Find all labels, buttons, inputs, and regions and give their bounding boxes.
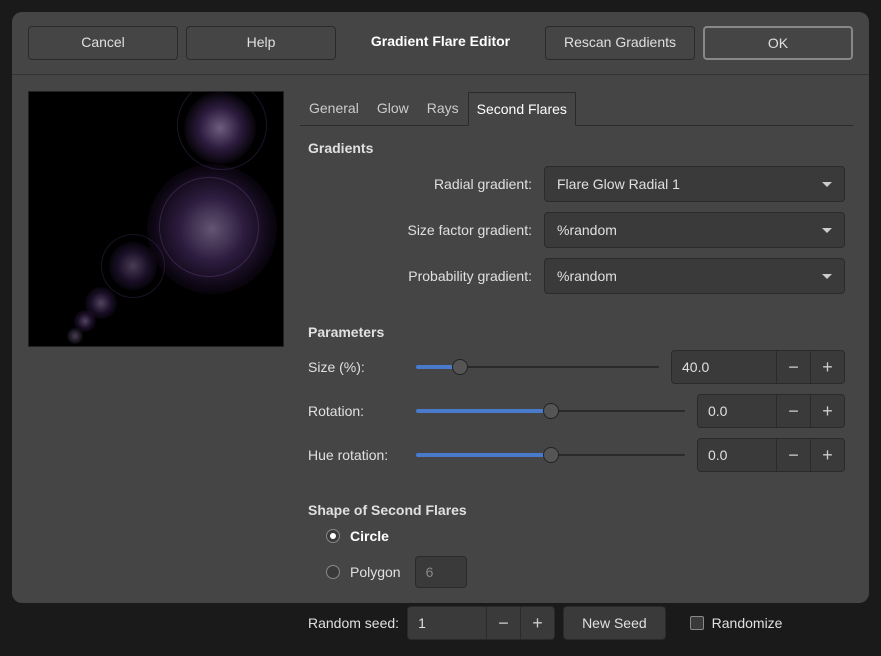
tab-bar: General Glow Rays Second Flares (300, 91, 853, 126)
input-rotation[interactable]: 0.0 (697, 394, 777, 428)
label-polygon: Polygon (350, 564, 401, 580)
step-down-button[interactable]: − (777, 394, 811, 428)
label-hue-rotation: Hue rotation: (308, 447, 404, 463)
flare-preview (28, 91, 284, 347)
help-button[interactable]: Help (186, 26, 336, 60)
label-size-factor-gradient: Size factor gradient: (308, 222, 544, 238)
step-down-button[interactable]: − (777, 350, 811, 384)
new-seed-button[interactable]: New Seed (563, 606, 666, 640)
label-probability-gradient: Probability gradient: (308, 268, 544, 284)
slider-thumb[interactable] (543, 447, 559, 463)
radio-polygon[interactable] (326, 565, 340, 579)
step-up-button[interactable]: + (521, 606, 555, 640)
dropdown-probability-gradient[interactable]: %random (544, 258, 845, 294)
dropdown-value: %random (557, 268, 617, 284)
chevron-down-icon (822, 228, 832, 233)
label-rotation: Rotation: (308, 403, 404, 419)
chevron-down-icon (822, 274, 832, 279)
slider-size[interactable] (416, 357, 659, 377)
tab-general[interactable]: General (300, 91, 368, 125)
tab-glow[interactable]: Glow (368, 91, 418, 125)
dialog-title: Gradient Flare Editor (344, 26, 537, 60)
step-down-button[interactable]: − (487, 606, 521, 640)
label-size: Size (%): (308, 359, 404, 375)
dialog-gradient-flare-editor: Cancel Help Gradient Flare Editor Rescan… (12, 12, 869, 603)
step-up-button[interactable]: + (811, 438, 845, 472)
slider-hue-rotation[interactable] (416, 445, 685, 465)
dropdown-value: %random (557, 222, 617, 238)
slider-rotation[interactable] (416, 401, 685, 421)
input-random-seed[interactable]: 1 (407, 606, 487, 640)
input-polygon-sides[interactable]: 6 (415, 556, 467, 588)
slider-thumb[interactable] (543, 403, 559, 419)
heading-parameters: Parameters (308, 324, 845, 340)
step-down-button[interactable]: − (777, 438, 811, 472)
label-random-seed: Random seed: (308, 615, 399, 631)
step-up-button[interactable]: + (811, 394, 845, 428)
radio-circle[interactable] (326, 529, 340, 543)
heading-shape: Shape of Second Flares (308, 502, 845, 518)
ok-button[interactable]: OK (703, 26, 853, 60)
label-radial-gradient: Radial gradient: (308, 176, 544, 192)
chevron-down-icon (822, 182, 832, 187)
input-hue-rotation[interactable]: 0.0 (697, 438, 777, 472)
step-up-button[interactable]: + (811, 350, 845, 384)
input-size[interactable]: 40.0 (671, 350, 777, 384)
tab-second-flares[interactable]: Second Flares (468, 92, 576, 126)
label-randomize: Randomize (712, 615, 783, 631)
label-circle: Circle (350, 528, 389, 544)
checkbox-randomize[interactable] (690, 616, 704, 630)
slider-thumb[interactable] (452, 359, 468, 375)
dropdown-size-factor-gradient[interactable]: %random (544, 212, 845, 248)
tab-rays[interactable]: Rays (418, 91, 468, 125)
cancel-button[interactable]: Cancel (28, 26, 178, 60)
heading-gradients: Gradients (308, 140, 845, 156)
toolbar: Cancel Help Gradient Flare Editor Rescan… (12, 12, 869, 75)
dropdown-value: Flare Glow Radial 1 (557, 176, 680, 192)
dropdown-radial-gradient[interactable]: Flare Glow Radial 1 (544, 166, 845, 202)
rescan-gradients-button[interactable]: Rescan Gradients (545, 26, 695, 60)
